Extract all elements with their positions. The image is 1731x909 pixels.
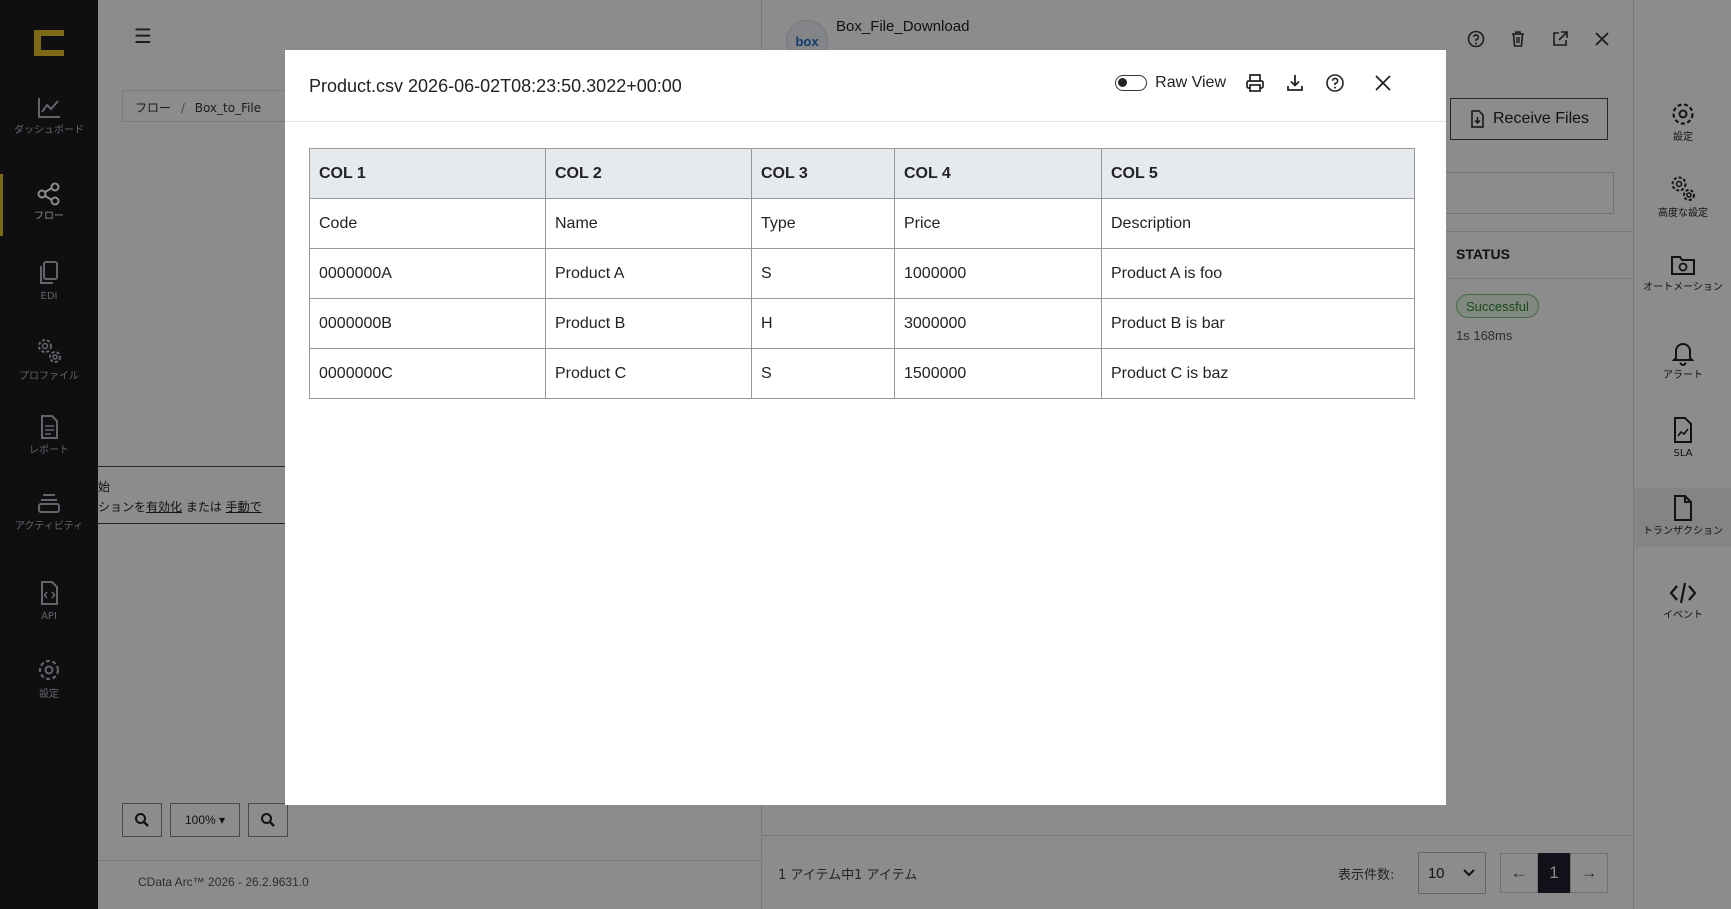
table-row: 0000000B Product B H 3000000 Product B i… [309, 298, 1415, 349]
modal-title: Product.csv 2026-06-02T08:23:50.3022+00:… [309, 76, 682, 96]
table-row: 0000000C Product C S 1500000 Product C i… [309, 348, 1415, 399]
modal-header: Product.csv 2026-06-02T08:23:50.3022+00:… [285, 50, 1446, 122]
raw-view-label: Raw View [1155, 74, 1226, 91]
column-header: COL 1 [309, 148, 546, 199]
table-row: Code Name Type Price Description [309, 198, 1415, 249]
help-icon[interactable] [1324, 72, 1346, 94]
table-cell: 1000000 [894, 248, 1102, 299]
table-header-row: COL 1 COL 2 COL 3 COL 4 COL 5 [309, 148, 1415, 199]
table-cell: Product A [545, 248, 752, 299]
table-cell: 0000000C [309, 348, 546, 399]
table-cell: Product C [545, 348, 752, 399]
file-preview-modal: Product.csv 2026-06-02T08:23:50.3022+00:… [285, 50, 1446, 805]
table-cell: Type [751, 198, 895, 249]
column-header: COL 3 [751, 148, 895, 199]
table-cell: 0000000A [309, 248, 546, 299]
csv-preview-table: COL 1 COL 2 COL 3 COL 4 COL 5 Code Name … [309, 148, 1415, 399]
print-icon[interactable] [1244, 72, 1266, 94]
table-cell: Product C is baz [1101, 348, 1415, 399]
table-cell: Code [309, 198, 546, 249]
table-cell: Product B [545, 298, 752, 349]
column-header: COL 5 [1101, 148, 1415, 199]
table-cell: S [751, 248, 895, 299]
table-cell: Name [545, 198, 752, 249]
table-cell: 1500000 [894, 348, 1102, 399]
close-icon[interactable] [1372, 72, 1394, 94]
raw-view-toggle[interactable] [1115, 75, 1148, 91]
download-icon[interactable] [1284, 72, 1306, 94]
table-cell: Product B is bar [1101, 298, 1415, 349]
table-cell: Price [894, 198, 1102, 249]
table-cell: 3000000 [894, 298, 1102, 349]
table-row: 0000000A Product A S 1000000 Product A i… [309, 248, 1415, 299]
table-cell: H [751, 298, 895, 349]
modal-toolbar: Raw View [1115, 72, 1394, 94]
table-cell: S [751, 348, 895, 399]
column-header: COL 4 [894, 148, 1102, 199]
table-cell: Description [1101, 198, 1415, 249]
raw-view-control[interactable]: Raw View [1115, 74, 1226, 92]
table-cell: Product A is foo [1101, 248, 1415, 299]
column-header: COL 2 [545, 148, 752, 199]
table-cell: 0000000B [309, 298, 546, 349]
